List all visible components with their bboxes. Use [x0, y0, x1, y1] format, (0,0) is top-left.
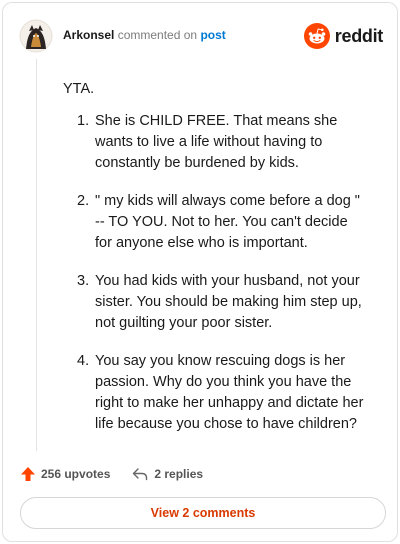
- author-name[interactable]: Arkonsel: [63, 28, 114, 42]
- list-item: 3. You had kids with your husband, not y…: [63, 271, 367, 334]
- list-item-text: You had kids with your husband, not your…: [95, 273, 362, 331]
- list-item-number: 1.: [77, 113, 90, 129]
- list-item-text: She is CHILD FREE. That means she wants …: [95, 113, 338, 171]
- view-comments-button[interactable]: View 2 comments: [20, 497, 386, 529]
- comment-actions: 256 upvotes 2 replies: [20, 463, 203, 485]
- list-item-number: 2.: [77, 193, 90, 209]
- comment-card: Arkonsel commented on post reddit YTA. 1…: [2, 2, 398, 542]
- list-item-text: You say you know rescuing dogs is her pa…: [95, 353, 364, 432]
- comment-body: YTA. 1. She is CHILD FREE. That means sh…: [63, 79, 367, 452]
- reply-count: 2 replies: [154, 467, 204, 481]
- logo-text: reddit: [334, 25, 384, 46]
- post-link[interactable]: post: [200, 28, 225, 42]
- avatar-icon: [19, 19, 53, 53]
- thread-line[interactable]: [36, 59, 37, 451]
- list-item: 4. You say you know rescuing dogs is her…: [63, 351, 367, 435]
- reddit-snoo-icon: [303, 23, 330, 49]
- comment-intro: YTA.: [63, 81, 95, 97]
- reply-arrow-icon: [133, 468, 148, 481]
- comment-header: Arkonsel commented on post reddit: [19, 19, 383, 53]
- author-line: Arkonsel commented on post: [63, 28, 226, 42]
- upvote-button[interactable]: 256 upvotes: [20, 466, 110, 482]
- user-avatar[interactable]: [19, 19, 53, 53]
- list-item-text: " my kids will always come before a dog …: [95, 193, 360, 251]
- replies-button[interactable]: 2 replies: [132, 467, 203, 481]
- list-item: 1. She is CHILD FREE. That means she wan…: [63, 111, 367, 174]
- upvote-count: 256 upvotes: [41, 467, 111, 481]
- author-verb: commented on: [117, 28, 198, 42]
- comment-list: 1. She is CHILD FREE. That means she wan…: [63, 111, 367, 435]
- reddit-logo[interactable]: reddit: [303, 22, 384, 50]
- list-item-number: 4.: [77, 353, 90, 369]
- upvote-arrow-icon: [21, 467, 35, 481]
- list-item: 2. " my kids will always come before a d…: [63, 191, 367, 254]
- list-item-number: 3.: [77, 273, 90, 289]
